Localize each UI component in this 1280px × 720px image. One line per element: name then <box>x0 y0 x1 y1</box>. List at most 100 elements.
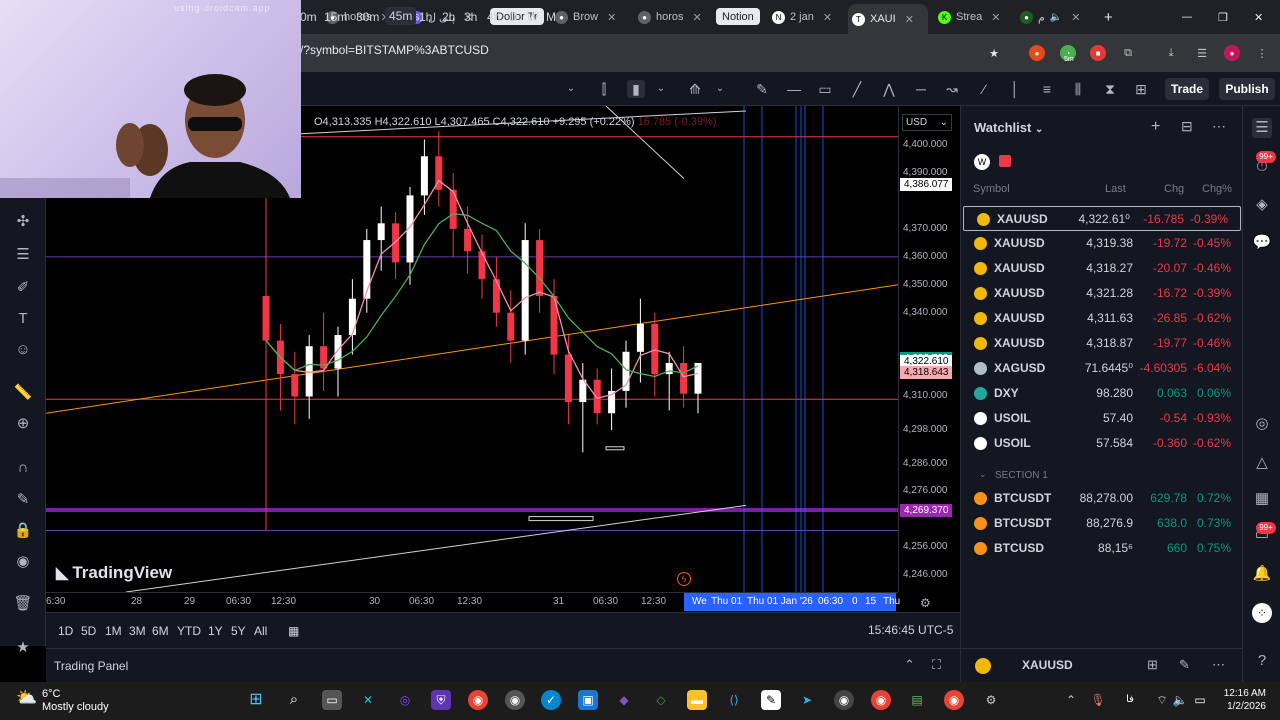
text-tool-icon[interactable]: T <box>12 308 34 330</box>
windows-start-icon[interactable]: ⊞ <box>246 690 266 710</box>
timeframe-0m[interactable]: 0m <box>300 10 317 24</box>
rectangle-icon[interactable]: ▭ <box>816 80 834 98</box>
chevron-down-icon[interactable]: ⌄ <box>652 80 670 98</box>
range-All[interactable]: All <box>254 624 267 638</box>
range-5Y[interactable]: 5Y <box>231 624 246 638</box>
tab-persian-2[interactable]: ● م 🔈 ✕ <box>1016 6 1096 28</box>
microphone-icon[interactable]: 🎙 <box>1088 690 1108 710</box>
stay-drawing-icon[interactable]: ✎ <box>12 489 34 511</box>
battery-icon[interactable]: ▭ <box>1190 690 1210 710</box>
tab-brow[interactable]: ● Brow ✕ <box>551 6 619 28</box>
close-icon[interactable]: ✕ <box>991 11 1000 24</box>
chevron-down-icon[interactable]: ⌄ <box>562 80 580 98</box>
fib-tool-icon[interactable]: ☰ <box>12 244 34 266</box>
apps-grid-icon[interactable]: ⁘ <box>1252 603 1272 623</box>
chevron-up-icon[interactable]: ⌃ <box>1061 690 1081 710</box>
tab-2-jan[interactable]: N 2 jan ✕ <box>768 6 836 28</box>
gann-icon[interactable]: ⧗ <box>1101 80 1119 98</box>
watchlist-icon[interactable]: ☰ <box>1252 118 1272 138</box>
range-5D[interactable]: 5D <box>81 624 96 638</box>
symbol-details-bar[interactable]: XAUUSD ⊞ ✎ ⋯ <box>960 648 1242 682</box>
watchlist-row[interactable]: BTCUSD 88,15⁶ 660 0.75% <box>961 536 1243 561</box>
eye-icon[interactable]: ◉ <box>12 551 34 573</box>
watchlist-row[interactable]: XAUUSD 4,322.61⁰ -16.785 -0.39% <box>963 206 1241 231</box>
header-chg[interactable]: Chg <box>1164 183 1184 195</box>
app-shield-icon[interactable]: ⛨ <box>431 690 451 710</box>
timeframe-M[interactable]: M <box>546 10 556 24</box>
watchlist-row[interactable]: BTCUSDT 88,276.9 638.0 0.73% <box>961 511 1243 536</box>
watchlist-row[interactable]: USOIL 57.584 -0.360 -0.62% <box>961 431 1243 456</box>
curve-icon[interactable]: ↝ <box>943 80 961 98</box>
add-symbol-icon[interactable]: + <box>1151 118 1160 136</box>
timeframe-4h[interactable]: 4h <box>487 10 500 24</box>
layout-icon[interactable]: ⊞ <box>1147 657 1158 673</box>
weather-temperature[interactable]: 6°C <box>42 688 60 700</box>
watchlist-row[interactable]: XAGUSD 71.6445⁰ -4.60305 -6.04% <box>961 356 1243 381</box>
help-icon[interactable]: ? <box>1252 651 1272 671</box>
close-icon[interactable]: ✕ <box>607 11 616 24</box>
watchlist-row[interactable]: BTCUSDT 88,278.00 629.78 0.72% <box>961 486 1243 511</box>
range-1M[interactable]: 1M <box>105 624 122 638</box>
chrome-profile2-icon[interactable]: ◉ <box>944 690 964 710</box>
watchlist-row[interactable]: USOIL 57.40 -0.54 -0.93% <box>961 406 1243 431</box>
tab-xau-active[interactable]: T XAUI ✕ <box>848 4 928 34</box>
ruler-icon[interactable]: 📏 <box>12 382 34 404</box>
pattern-tool-icon[interactable]: ✣ <box>12 211 34 233</box>
watchlist-title[interactable]: Watchlist ⌄ <box>974 120 1043 135</box>
app-diamond-icon[interactable]: ◆ <box>614 690 634 710</box>
task-view-icon[interactable]: ▭ <box>322 690 342 710</box>
system-time[interactable]: 12:16 AM <box>1220 688 1266 699</box>
emoji-tool-icon[interactable]: ☺ <box>12 339 34 361</box>
header-last[interactable]: Last <box>1105 183 1126 195</box>
settings-gear-icon[interactable]: ⚙ <box>920 596 931 610</box>
trash-icon[interactable]: 🗑 <box>12 593 34 615</box>
close-icon[interactable]: ✕ <box>823 11 832 24</box>
extensions-puzzle-icon[interactable]: ⧉ <box>1120 45 1136 61</box>
app-xbox-icon[interactable]: ✕ <box>358 690 378 710</box>
system-date[interactable]: 1/2/2026 <box>1220 701 1266 712</box>
app-store-icon[interactable]: ▣ <box>578 690 598 710</box>
range-3M[interactable]: 3M <box>129 624 146 638</box>
tab-horos-2[interactable]: ● horos ✕ <box>634 6 702 28</box>
app-green-icon[interactable]: ◇ <box>651 690 671 710</box>
app-sheets-icon[interactable]: ▤ <box>907 690 927 710</box>
new-tab-button[interactable]: + <box>1100 6 1120 28</box>
tab-group-notion[interactable]: Notion <box>716 8 760 25</box>
brush-tool-icon[interactable]: ✐ <box>12 277 34 299</box>
weather-cloud-icon[interactable]: ⛅ <box>16 688 37 708</box>
app-spiral-icon[interactable]: ◎ <box>395 690 415 710</box>
more-options-icon[interactable]: ⋯ <box>1212 118 1226 135</box>
volume-icon[interactable]: 🔈 <box>1170 690 1190 710</box>
range-6M[interactable]: 6M <box>152 624 169 638</box>
tab-stream[interactable]: K Strea ✕ <box>934 6 1006 28</box>
search-icon[interactable]: ⌕ <box>284 690 304 710</box>
chevron-down-icon[interactable]: ⌄ <box>979 469 987 480</box>
zigzag-icon[interactable]: ⋀ <box>880 80 898 98</box>
range-YTD[interactable]: YTD <box>177 624 201 638</box>
app-notepad-icon[interactable]: ✎ <box>761 690 781 710</box>
lightning-icon[interactable]: ϟ <box>677 572 691 586</box>
watchlist-row[interactable]: DXY 98.280 0.063 0.06% <box>961 381 1243 406</box>
extension-fox-icon[interactable]: ● <box>1029 45 1045 61</box>
grid-icon[interactable]: ⊞ <box>1132 80 1150 98</box>
candles-icon[interactable]: ▮ <box>627 80 645 98</box>
timeframe-15m[interactable]: 15m <box>324 10 347 24</box>
vertical-line-icon[interactable]: │ <box>1006 80 1024 98</box>
magnet-icon[interactable]: ∩ <box>12 457 34 479</box>
restore-icon[interactable]: ❐ <box>1214 6 1228 28</box>
watchlist-row[interactable]: XAUUSD 4,319.38 -19.72 -0.45% <box>961 231 1243 256</box>
lock-icon[interactable]: 🔒 <box>12 520 34 542</box>
vscode-icon[interactable]: ⟨⟩ <box>724 690 744 710</box>
zoom-in-icon[interactable]: ⊕ <box>12 413 34 435</box>
file-explorer-icon[interactable]: ▬ <box>687 690 707 710</box>
chrome-active-icon[interactable]: ◉ <box>834 690 854 710</box>
header-symbol[interactable]: Symbol <box>973 183 1010 195</box>
header-chgp[interactable]: Chg% <box>1202 183 1232 195</box>
fib-icon[interactable]: ⫼ <box>1069 80 1087 98</box>
more-options-icon[interactable]: ⋯ <box>1212 657 1225 673</box>
watchlist-row[interactable]: XAUUSD 4,318.27 -20.07 -0.46% <box>961 256 1243 281</box>
weather-description[interactable]: Mostly cloudy <box>42 701 109 713</box>
trading-panel-bar[interactable]: Trading Panel ⌃ ⛶ <box>46 648 960 682</box>
range-1Y[interactable]: 1Y <box>208 624 223 638</box>
download-icon[interactable]: ⤓ <box>1163 45 1179 61</box>
